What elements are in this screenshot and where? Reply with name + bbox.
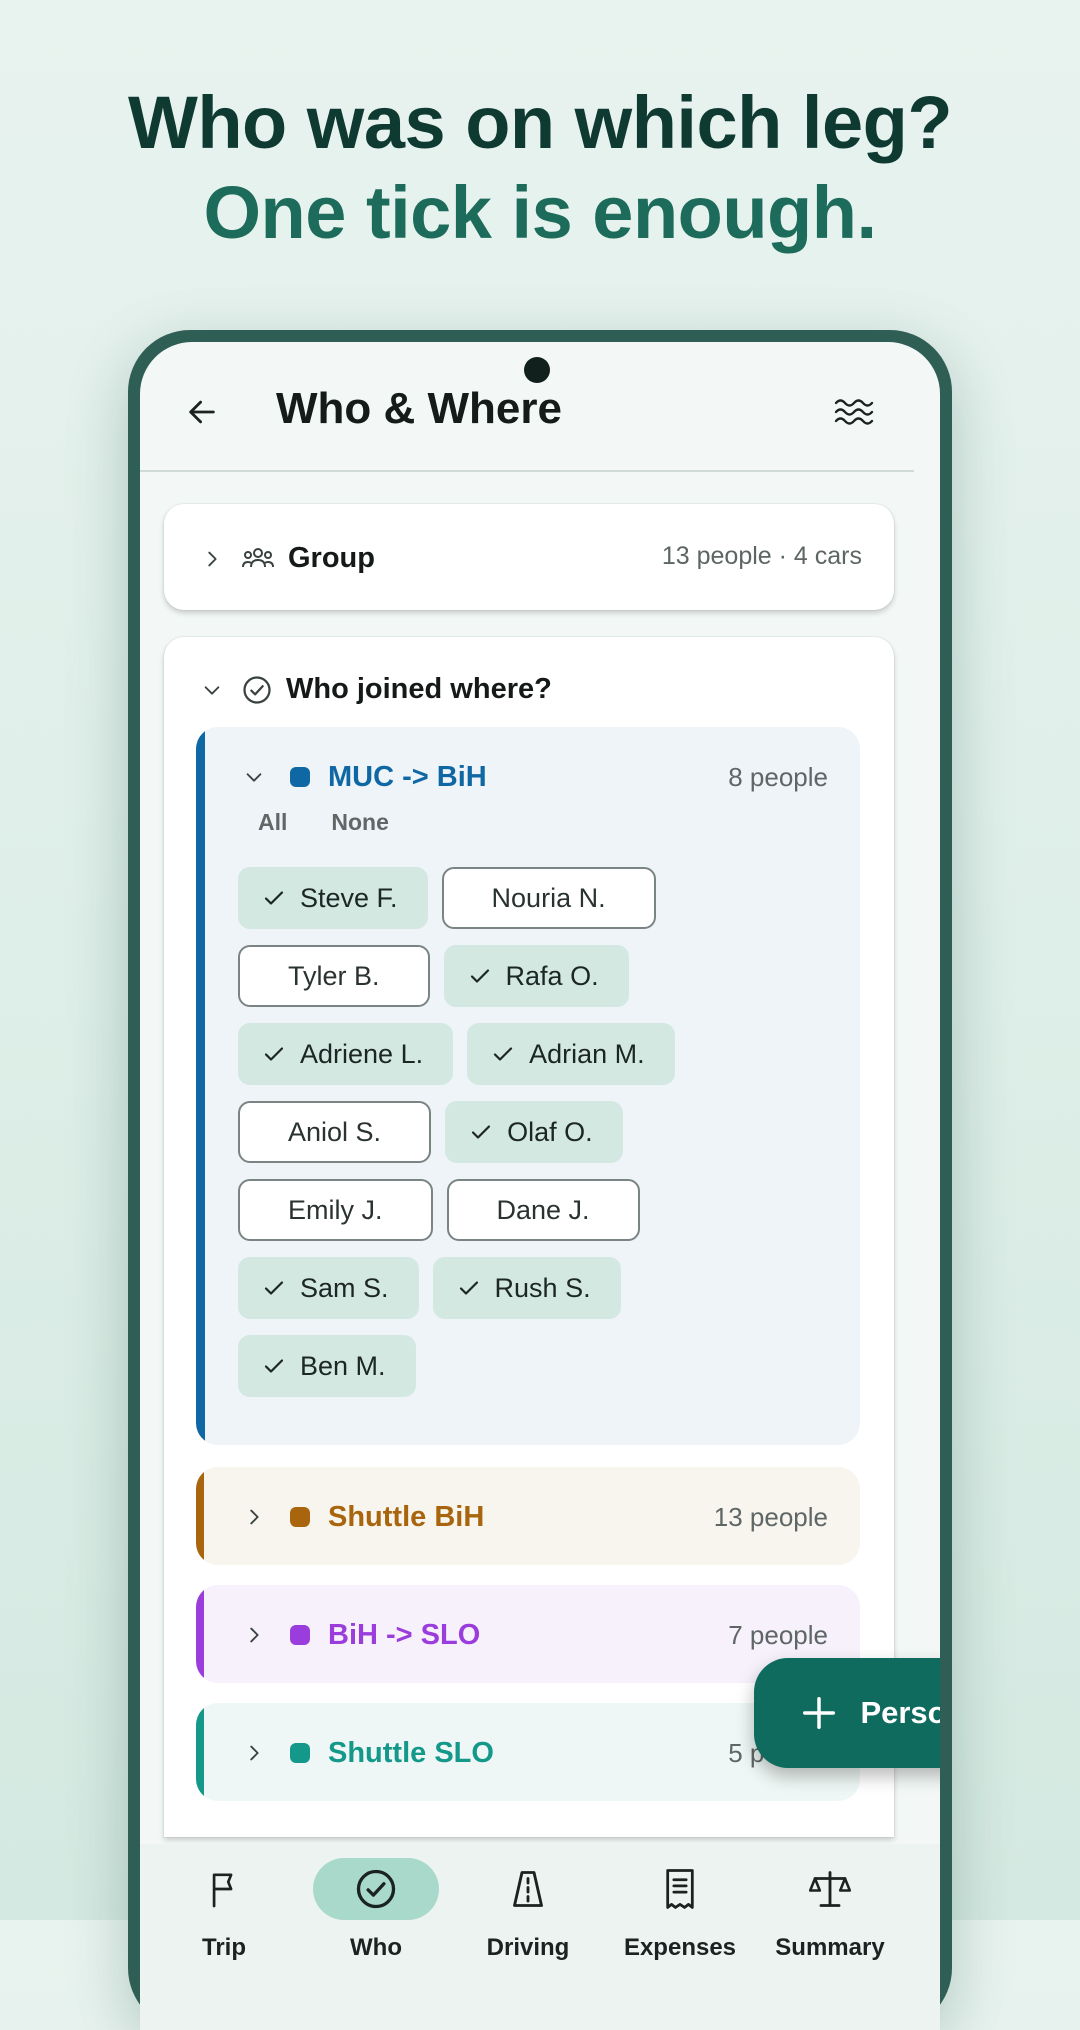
select-links: All None <box>258 809 389 836</box>
leg-color-dot <box>290 1507 310 1527</box>
flag-icon <box>212 1873 233 1908</box>
people-icon <box>242 545 274 573</box>
bottom-navigation: Trip Who Driving Expenses Summary <box>140 1844 940 2030</box>
nav-item-trip[interactable]: Trip <box>154 1844 294 1962</box>
chevron-right-icon <box>240 1739 268 1767</box>
group-title: Group <box>288 542 375 574</box>
check-icon <box>457 1276 481 1300</box>
road-icon <box>513 1871 543 1907</box>
person-chip[interactable]: Sam S. <box>238 1257 419 1319</box>
chevron-down-icon <box>198 676 226 704</box>
select-all-button[interactable]: All <box>258 809 287 836</box>
leg-color-bar <box>196 727 205 1445</box>
person-chip[interactable]: Emily J. <box>238 1179 433 1241</box>
leg-count: 13 people <box>713 1501 828 1532</box>
leg-color-bar <box>196 1703 204 1801</box>
check-icon <box>469 1120 493 1144</box>
app-bar-divider <box>140 470 914 472</box>
nav-label: Expenses <box>623 1934 737 1961</box>
leg-header[interactable]: Shuttle BiH 13 people <box>240 1497 828 1537</box>
leg-bih-slo[interactable]: BiH -> SLO 7 people <box>196 1585 860 1683</box>
person-chip[interactable]: Rafa O. <box>443 945 629 1007</box>
nav-label: Summary <box>775 1934 885 1961</box>
leg-name: Shuttle SLO <box>328 1736 494 1769</box>
person-chip[interactable]: Dane J. <box>446 1179 640 1241</box>
group-card[interactable]: Group 13 people · 4 cars <box>164 504 894 610</box>
person-chips: Steve F. Nouria N. Tyler B. Rafa O. Adri… <box>238 867 798 1397</box>
leg-header[interactable]: Shuttle SLO 5 people <box>240 1733 828 1773</box>
chevron-right-icon <box>240 1621 268 1649</box>
arrow-left-icon <box>189 400 215 424</box>
page-title: Who & Where <box>276 384 562 433</box>
check-icon <box>262 1042 286 1066</box>
leg-count: 7 people <box>728 1619 828 1650</box>
headline-line-1: Who was on which leg? <box>127 81 953 164</box>
leg-shuttle-bih[interactable]: Shuttle BiH 13 people <box>196 1467 860 1565</box>
nav-label: Driving <box>486 1934 570 1961</box>
leg-header[interactable]: MUC -> BiH 8 people <box>240 757 828 797</box>
nav-label: Who <box>350 1934 402 1961</box>
person-chip[interactable]: Adriene L. <box>238 1023 454 1085</box>
app-screen: Who & Where Group 13 people · 4 cars Who… <box>140 342 940 2030</box>
leg-color-bar <box>196 1585 204 1683</box>
add-person-button[interactable]: Person <box>754 1658 940 1768</box>
plus-icon <box>803 1697 836 1729</box>
receipt-icon <box>666 1869 694 1909</box>
nav-item-who[interactable]: Who <box>306 1844 446 1962</box>
leg-color-dot <box>290 1625 310 1645</box>
check-icon <box>468 964 492 988</box>
person-chip[interactable]: Olaf O. <box>445 1101 623 1163</box>
leg-color-bar <box>196 1467 204 1565</box>
check-circle-icon <box>242 675 272 705</box>
add-person-label: Person <box>860 1695 940 1730</box>
person-chip[interactable]: Adrian M. <box>467 1023 675 1085</box>
leg-name: MUC -> BiH <box>328 760 487 793</box>
back-button[interactable] <box>178 388 226 436</box>
nav-item-summary[interactable]: Summary <box>760 1844 900 1962</box>
person-chip[interactable]: Tyler B. <box>238 945 430 1007</box>
chevron-right-icon <box>198 545 226 573</box>
leg-header[interactable]: BiH -> SLO 7 people <box>240 1615 828 1655</box>
chevron-down-icon <box>240 763 268 791</box>
nav-label: Trip <box>201 1934 246 1961</box>
who-joined-header[interactable]: Who joined where? <box>198 673 552 706</box>
person-chip[interactable]: Rush S. <box>432 1257 621 1319</box>
nav-item-driving[interactable]: Driving <box>458 1844 598 1962</box>
check-icon <box>491 1042 515 1066</box>
scale-icon <box>809 1871 851 1907</box>
waves-icon <box>834 399 874 425</box>
headline: Who was on which leg? One tick is enough… <box>0 78 1080 258</box>
check-icon <box>262 1354 286 1378</box>
waves-menu-button[interactable] <box>828 386 880 438</box>
leg-muc-bih: MUC -> BiH 8 people All None Steve F. No… <box>196 727 860 1445</box>
who-joined-title: Who joined where? <box>286 673 552 705</box>
person-chip[interactable]: Aniol S. <box>238 1101 432 1163</box>
nav-item-expenses[interactable]: Expenses <box>610 1844 750 1962</box>
person-chip[interactable]: Steve F. <box>238 867 428 929</box>
group-summary: 13 people · 4 cars <box>661 542 862 570</box>
headline-line-2: One tick is enough. <box>203 171 877 254</box>
person-chip[interactable]: Nouria N. <box>441 867 656 929</box>
leg-color-dot <box>290 1743 310 1763</box>
check-icon <box>262 886 286 910</box>
leg-name: BiH -> SLO <box>328 1618 481 1651</box>
check-icon <box>262 1276 286 1300</box>
who-joined-card: Who joined where? MUC -> BiH 8 people Al… <box>164 637 894 1837</box>
leg-count: 8 people <box>728 761 828 792</box>
app-bar: Who & Where <box>140 342 940 472</box>
phone-frame: Who & Where Group 13 people · 4 cars Who… <box>128 330 952 2030</box>
leg-name: Shuttle BiH <box>328 1500 485 1533</box>
check-circle-icon <box>356 1869 396 1909</box>
person-chip[interactable]: Ben M. <box>238 1335 416 1397</box>
select-none-button[interactable]: None <box>331 809 389 836</box>
leg-color-dot <box>290 767 310 787</box>
chevron-right-icon <box>240 1503 268 1531</box>
